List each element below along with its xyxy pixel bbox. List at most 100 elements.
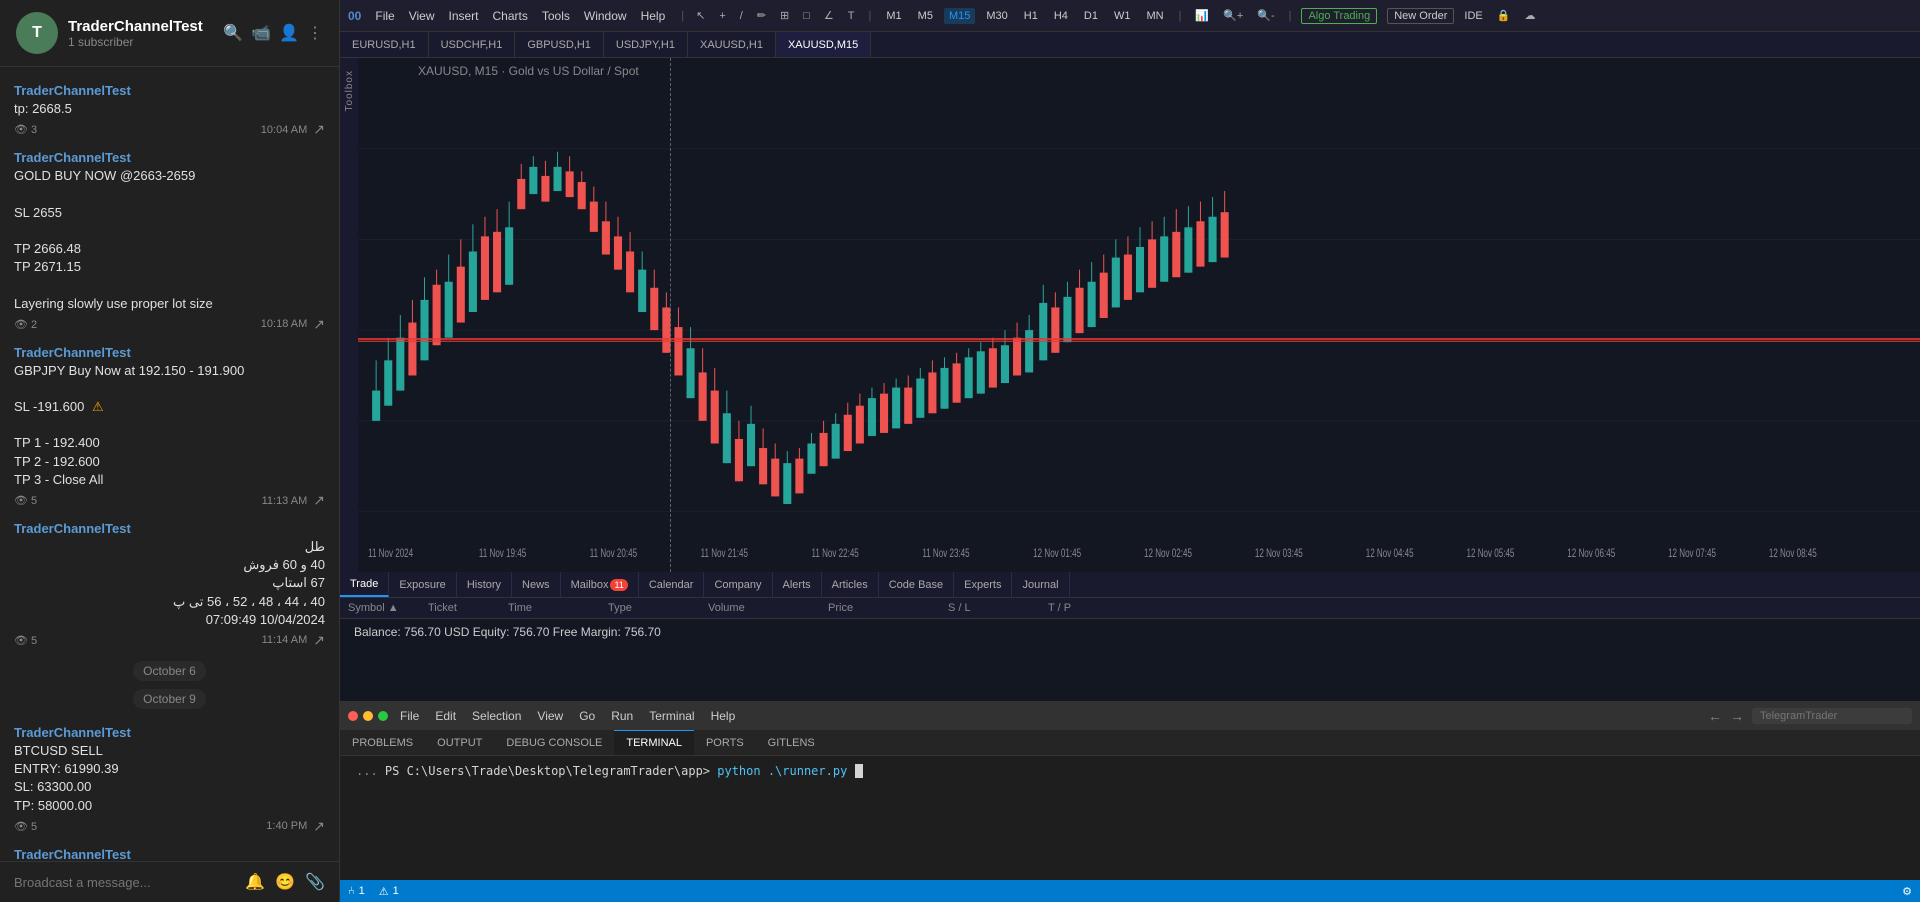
new-order-btn[interactable]: New Order (1387, 8, 1454, 24)
maximize-traffic-light[interactable] (378, 711, 388, 721)
vs-menu-view[interactable]: View (537, 709, 563, 723)
more-icon[interactable]: ⋮ (307, 23, 323, 43)
tab-eurusd-h1[interactable]: EURUSD,H1 (340, 32, 429, 57)
line-tool[interactable]: / (736, 8, 747, 24)
tf-m5[interactable]: M5 (913, 8, 938, 24)
tf-mn[interactable]: MN (1141, 8, 1168, 24)
pencil-tool[interactable]: ✏ (753, 7, 770, 24)
message-views: 👁 5 (14, 820, 37, 833)
zoom-in-tool[interactable]: 🔍+ (1219, 7, 1247, 24)
bell-icon[interactable]: 🔔 (245, 872, 265, 892)
tab-gitlens[interactable]: GITLENS (756, 730, 827, 755)
nav-back-btn[interactable]: ← (1708, 708, 1722, 724)
emoji-icon[interactable]: 😊 (275, 872, 295, 892)
col-sl: S / L (948, 602, 1048, 614)
svg-text:11 Nov 22:45: 11 Nov 22:45 (811, 547, 859, 560)
tf-m15[interactable]: M15 (944, 8, 975, 24)
tab-debug-console[interactable]: DEBUG CONSOLE (494, 730, 614, 755)
videocam-icon[interactable]: 📹 (251, 23, 271, 43)
zoom-out-tool[interactable]: 🔍- (1253, 7, 1278, 24)
tab-usdjpy-h1[interactable]: USDJPY,H1 (604, 32, 688, 57)
nav-forward-btn[interactable]: → (1730, 708, 1744, 724)
menu-00: 00 (348, 9, 361, 23)
tab-calendar[interactable]: Calendar (639, 572, 705, 597)
tab-articles[interactable]: Articles (822, 572, 879, 597)
forward-icon[interactable]: ↗ (313, 121, 325, 138)
mt5-tools: ↖ + / ✏ ⊞ □ ∠ T | M1 M5 M15 M30 H1 H4 D1… (692, 7, 1912, 24)
vs-menu-go[interactable]: Go (579, 709, 595, 723)
menu-window[interactable]: Window (584, 9, 627, 23)
gear-icon[interactable]: ⚙ (1902, 885, 1912, 898)
forward-icon[interactable]: ↗ (313, 632, 325, 649)
multi-tool[interactable]: ⊞ (776, 7, 793, 24)
menu-tools[interactable]: Tools (542, 9, 570, 23)
message-sender: TraderChannelTest (14, 725, 325, 740)
menu-charts[interactable]: Charts (493, 9, 528, 23)
message-views: 👁 5 (14, 494, 37, 507)
tab-company[interactable]: Company (704, 572, 772, 597)
chart-type-tool[interactable]: 📊 (1191, 7, 1213, 24)
close-traffic-light[interactable] (348, 711, 358, 721)
ide-tool[interactable]: IDE (1460, 8, 1486, 24)
vs-menu-selection[interactable]: Selection (472, 709, 521, 723)
profile-icon[interactable]: 👤 (279, 23, 299, 43)
tab-problems[interactable]: PROBLEMS (340, 730, 425, 755)
vs-menu-terminal[interactable]: Terminal (649, 709, 694, 723)
tab-xauusd-m15[interactable]: XAUUSD,M15 (776, 32, 871, 57)
vs-menu-file[interactable]: File (400, 709, 419, 723)
menu-insert[interactable]: Insert (449, 9, 479, 23)
angle-tool[interactable]: ∠ (820, 7, 838, 24)
lock-tool[interactable]: 🔒 (1493, 7, 1515, 24)
tab-usdchf-h1[interactable]: USDCHF,H1 (429, 32, 516, 57)
tf-w1[interactable]: W1 (1109, 8, 1136, 24)
plus-tool[interactable]: + (715, 8, 729, 24)
cursor-tool[interactable]: ↖ (692, 7, 709, 24)
forward-icon[interactable]: ↗ (313, 818, 325, 835)
tf-m30[interactable]: M30 (981, 8, 1012, 24)
tab-history[interactable]: History (457, 572, 512, 597)
channel-subscribers: 1 subscriber (68, 35, 213, 49)
tf-h1[interactable]: H1 (1019, 8, 1043, 24)
terminal-cursor (855, 764, 863, 778)
broadcast-input[interactable] (14, 875, 235, 890)
search-icon[interactable]: 🔍 (223, 23, 243, 43)
tf-d1[interactable]: D1 (1079, 8, 1103, 24)
tab-journal[interactable]: Journal (1012, 572, 1069, 597)
channel-name: TraderChannelTest (68, 18, 213, 35)
text-tool[interactable]: T (844, 8, 859, 24)
rect-tool[interactable]: □ (799, 8, 814, 24)
message-sender: TraderChannelTest (14, 150, 325, 165)
tab-output[interactable]: OUTPUT (425, 730, 494, 755)
tab-alerts[interactable]: Alerts (773, 572, 822, 597)
vs-menu-help[interactable]: Help (711, 709, 736, 723)
tab-news[interactable]: News (512, 572, 561, 597)
cloud-tool[interactable]: ☁ (1520, 7, 1539, 24)
terminal-prompt: ... PS C:\Users\Trade\Desktop\TelegramTr… (356, 764, 863, 778)
minimize-traffic-light[interactable] (363, 711, 373, 721)
vs-menu-run[interactable]: Run (611, 709, 633, 723)
menu-help[interactable]: Help (641, 9, 666, 23)
algo-trading-btn[interactable]: Algo Trading (1301, 8, 1377, 24)
tab-trade[interactable]: Trade (340, 572, 389, 597)
tab-ports[interactable]: PORTS (694, 730, 756, 755)
broadcast-icons: 🔔 😊 📎 (245, 872, 325, 892)
vscode-search-input[interactable] (1752, 708, 1912, 724)
tab-experts[interactable]: Experts (954, 572, 1012, 597)
chart-label: XAUUSD, M15 · Gold vs US Dollar / Spot (418, 64, 639, 78)
tab-xauusd-h1[interactable]: XAUUSD,H1 (688, 32, 776, 57)
tf-m1[interactable]: M1 (881, 8, 906, 24)
tab-gbpusd-h1[interactable]: GBPUSD,H1 (515, 32, 604, 57)
tab-codebase[interactable]: Code Base (879, 572, 954, 597)
tab-exposure[interactable]: Exposure (389, 572, 456, 597)
menu-file[interactable]: File (375, 9, 394, 23)
tab-mailbox[interactable]: Mailbox 11 (561, 572, 639, 597)
tab-terminal[interactable]: TERMINAL (614, 730, 694, 755)
menu-view[interactable]: View (409, 9, 435, 23)
traffic-lights (348, 711, 388, 721)
attachment-icon[interactable]: 📎 (305, 872, 325, 892)
forward-icon[interactable]: ↗ (313, 316, 325, 333)
chart-svg: 11 Nov 2024 11 Nov 19:45 11 Nov 20:45 11… (358, 58, 1920, 572)
tf-h4[interactable]: H4 (1049, 8, 1073, 24)
vs-menu-edit[interactable]: Edit (435, 709, 456, 723)
forward-icon[interactable]: ↗ (313, 492, 325, 509)
